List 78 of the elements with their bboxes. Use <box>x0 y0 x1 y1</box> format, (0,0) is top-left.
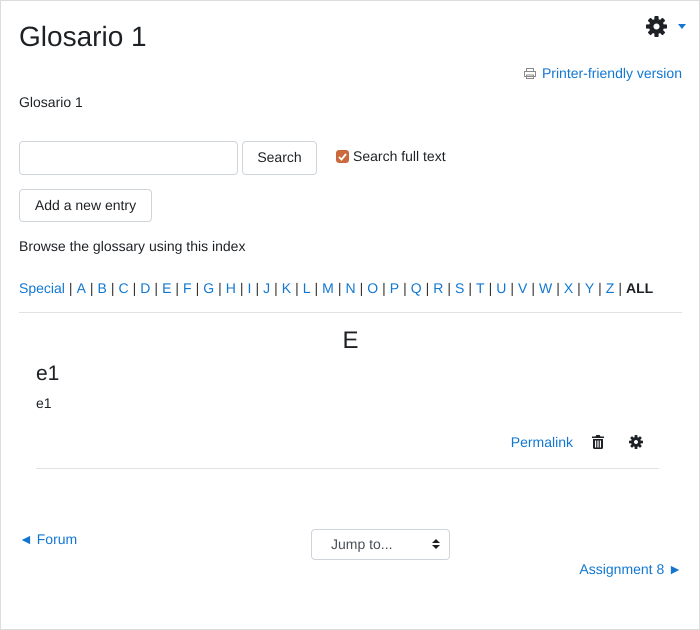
index-separator: | <box>255 278 260 298</box>
gear-icon[interactable] <box>629 435 643 450</box>
index-separator: | <box>618 278 622 298</box>
index-separator: | <box>447 278 452 298</box>
index-separator: | <box>598 278 602 298</box>
checkbox-label: Search full text <box>353 147 446 166</box>
index-separator: | <box>468 278 472 298</box>
page-title: Glosario 1 <box>19 20 147 54</box>
trash-icon[interactable] <box>592 435 604 450</box>
index-separator: | <box>360 278 364 298</box>
previous-activity-link[interactable]: ◄ Forum <box>19 528 78 550</box>
index-letter[interactable]: K <box>282 278 292 299</box>
index-separator: | <box>338 278 342 298</box>
index-separator: | <box>274 278 278 298</box>
index-separator: | <box>68 278 73 298</box>
settings-menu-button[interactable] <box>646 16 686 37</box>
checkbox[interactable] <box>336 150 349 164</box>
index-letter[interactable]: X <box>564 278 574 299</box>
index-letter[interactable]: O <box>367 278 378 299</box>
index-letter[interactable]: Z <box>606 278 614 299</box>
index-separator: | <box>577 278 581 298</box>
entry-definition: e1 <box>36 394 53 413</box>
index-letter[interactable]: D <box>140 278 150 299</box>
index-letter[interactable]: G <box>203 278 214 299</box>
add-entry-button[interactable]: Add a new entry <box>19 188 152 222</box>
index-letter[interactable]: B <box>98 278 107 299</box>
index-separator: | <box>295 278 299 298</box>
index-separator: | <box>510 278 514 298</box>
index-separator: | <box>132 278 136 298</box>
printer-icon <box>524 68 536 79</box>
index-separator: | <box>240 278 244 298</box>
index-letter[interactable]: T <box>476 278 485 299</box>
permalink-link[interactable]: Permalink <box>510 432 573 453</box>
index-separator: | <box>556 278 560 298</box>
index-separator: | <box>314 278 318 298</box>
index-separator: | <box>196 278 200 298</box>
letter-heading: E <box>341 326 360 356</box>
index-separator: | <box>90 278 94 298</box>
index-separator: | <box>531 278 535 298</box>
index-letter[interactable]: ALL <box>626 278 654 299</box>
index-letter[interactable]: Y <box>584 278 594 299</box>
caret-icon <box>678 24 686 29</box>
index-letter[interactable]: N <box>345 278 356 299</box>
entry-concept: e1 <box>36 361 60 387</box>
index-letter[interactable]: J <box>263 278 270 299</box>
index-letter[interactable]: I <box>248 278 252 299</box>
index-letter[interactable]: H <box>226 278 236 299</box>
index-letter[interactable]: Special <box>19 278 65 299</box>
gear-icon <box>646 16 667 37</box>
index-separator: | <box>488 278 492 298</box>
index-letter[interactable]: W <box>538 278 552 299</box>
index-letter[interactable]: A <box>76 278 86 299</box>
search-field[interactable] <box>19 140 238 175</box>
index-letter[interactable]: U <box>496 278 506 299</box>
browse-instructions: Browse the glossary using this index <box>19 236 246 256</box>
index-letter[interactable]: L <box>302 278 310 299</box>
index-letter[interactable]: E <box>162 278 172 299</box>
index-separator: | <box>110 278 115 298</box>
index-letter[interactable]: F <box>183 278 192 299</box>
search-button[interactable]: Search <box>242 140 317 175</box>
printer-friendly-link[interactable]: Printer-friendly version <box>524 62 682 84</box>
index-separator: | <box>403 278 407 298</box>
up-down-caret-icon <box>432 539 440 550</box>
index-letter[interactable]: V <box>518 278 528 299</box>
index-separator: | <box>154 278 158 298</box>
index-separator: | <box>175 278 180 298</box>
next-activity-link[interactable]: Assignment 8 ► <box>579 558 682 580</box>
index-letter[interactable]: Q <box>410 278 422 299</box>
index-separator: | <box>382 278 386 298</box>
index-letter[interactable]: P <box>390 278 400 299</box>
index-separator: | <box>218 278 222 298</box>
index-letter[interactable]: M <box>322 278 334 299</box>
index-letter[interactable]: C <box>118 278 129 299</box>
index-letter[interactable]: R <box>433 278 444 299</box>
jump-to-select[interactable]: Jump to... <box>311 528 450 560</box>
glossary-description: Glosario 1 <box>19 92 84 112</box>
index-letter[interactable]: S <box>455 278 464 299</box>
index-separator: | <box>426 278 430 298</box>
